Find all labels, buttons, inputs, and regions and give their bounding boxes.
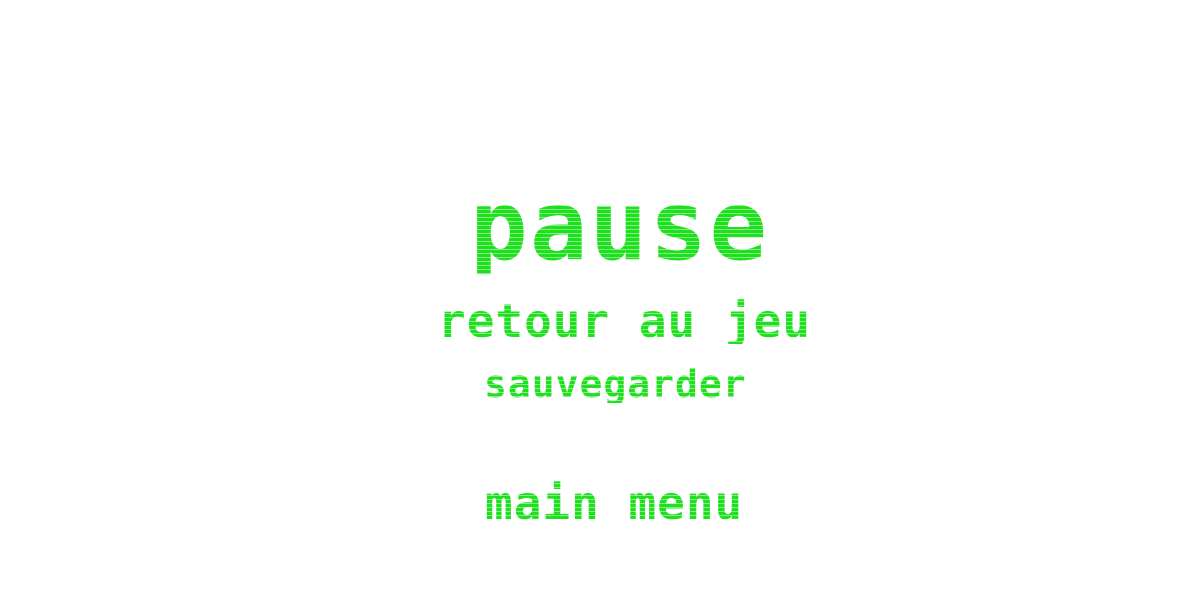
- resume-game-button[interactable]: retour au jeu: [438, 298, 811, 344]
- pause-screen: pause retour au jeu sauvegarder main men…: [0, 0, 1200, 601]
- main-menu-button[interactable]: main menu: [485, 480, 743, 526]
- pause-title: pause: [470, 170, 769, 282]
- save-game-button[interactable]: sauvegarder: [484, 365, 747, 403]
